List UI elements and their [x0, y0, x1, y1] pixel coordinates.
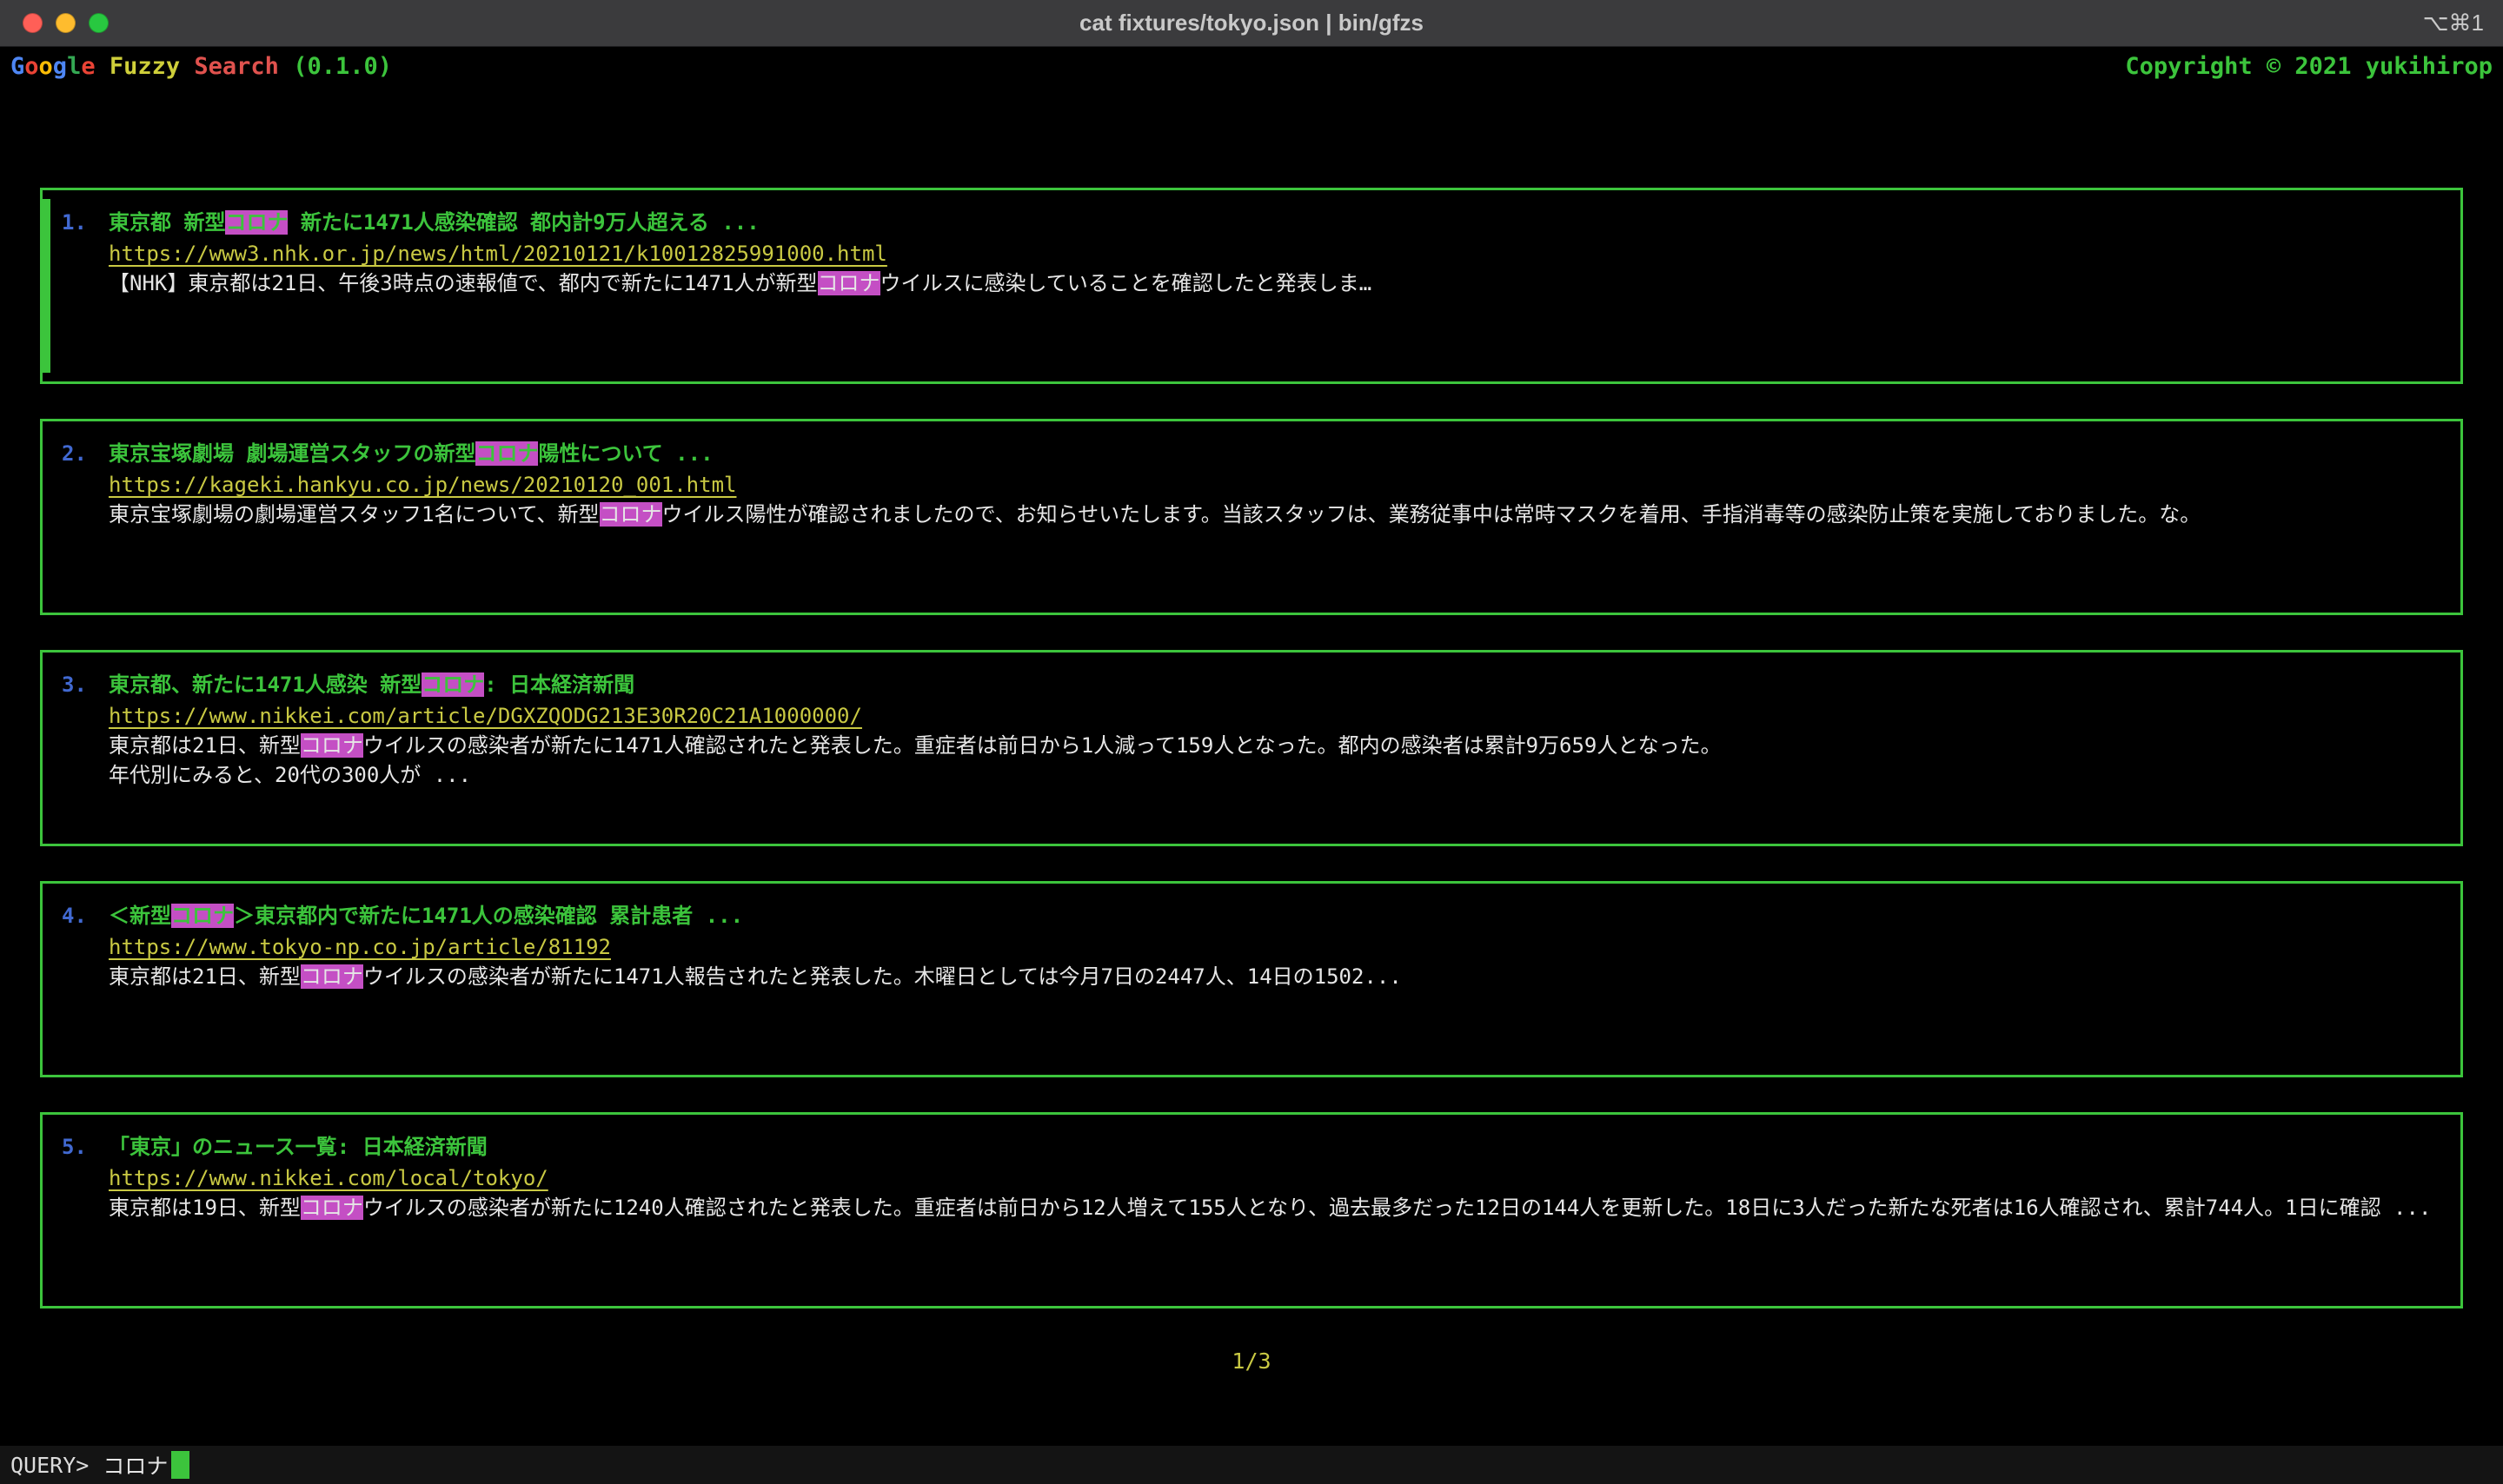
keyboard-shortcut-hint: ⌥⌘1 [2423, 0, 2484, 46]
window-titlebar: cat fixtures/tokyo.json | bin/gfzs ⌥⌘1 [0, 0, 2503, 47]
query-bar[interactable]: QUERY> コロナ [0, 1446, 2503, 1484]
result-item-4[interactable]: 4.＜新型コロナ＞東京都内で新たに1471人の感染確認 累計患者 ... htt… [40, 881, 2463, 1077]
result-rank: 3. [62, 670, 109, 699]
app-title: Google Fuzzy Search (0.1.0) [10, 53, 392, 80]
result-title-line: 4.＜新型コロナ＞東京都内で新たに1471人の感染確認 累計患者 ... [62, 901, 2438, 931]
result-title-line: 5.「東京」のニュース一覧: 日本経済新聞 [62, 1132, 2438, 1162]
result-url-link[interactable]: https://www.tokyo-np.co.jp/article/81192 [109, 935, 611, 959]
result-title: 東京宝塚劇場 劇場運営スタッフの新型コロナ陽性について ... [109, 441, 714, 466]
result-title: 「東京」のニュース一覧: 日本経済新聞 [109, 1135, 488, 1159]
minimize-button[interactable] [56, 13, 76, 33]
result-url-link[interactable]: https://www3.nhk.or.jp/news/html/2021012… [109, 242, 887, 266]
result-snippet: 東京都は19日、新型コロナウイルスの感染者が新たに1240人確認されたと発表した… [109, 1193, 2438, 1222]
window-controls [0, 13, 109, 33]
result-item-1[interactable]: 1.東京都 新型コロナ 新たに1471人感染確認 都内計9万人超える ... h… [40, 188, 2463, 384]
terminal-window: cat fixtures/tokyo.json | bin/gfzs ⌥⌘1 G… [0, 0, 2503, 1484]
result-url-link[interactable]: https://www.nikkei.com/article/DGXZQODG2… [109, 704, 862, 728]
result-snippet: 【NHK】東京都は21日、午後3時点の速報値で、都内で新たに1471人が新型コロ… [109, 268, 2438, 298]
text-cursor [171, 1451, 189, 1479]
result-snippet: 東京宝塚劇場の劇場運営スタッフ1名について、新型コロナウイルス陽性が確認されまし… [109, 500, 2438, 529]
result-rank: 4. [62, 901, 109, 931]
result-rank: 5. [62, 1132, 109, 1162]
window-title: cat fixtures/tokyo.json | bin/gfzs [0, 10, 2503, 36]
zoom-button[interactable] [89, 13, 109, 33]
result-title: ＜新型コロナ＞東京都内で新たに1471人の感染確認 累計患者 ... [109, 904, 743, 928]
result-item-5[interactable]: 5.「東京」のニュース一覧: 日本経済新聞 https://www.nikkei… [40, 1112, 2463, 1308]
result-rank: 2. [62, 439, 109, 468]
pagination-indicator: 1/3 [0, 1348, 2503, 1374]
query-input[interactable]: コロナ [103, 1449, 168, 1481]
result-rank: 1. [62, 208, 109, 237]
result-url-link[interactable]: https://www.nikkei.com/local/tokyo/ [109, 1166, 548, 1190]
query-prompt: QUERY> [10, 1453, 89, 1478]
result-item-3[interactable]: 3.東京都、新たに1471人感染 新型コロナ: 日本経済新聞 https://w… [40, 650, 2463, 846]
result-title-line: 2.東京宝塚劇場 劇場運営スタッフの新型コロナ陽性について ... [62, 439, 2438, 468]
copyright-text: Copyright © 2021 yukihirop [2125, 53, 2493, 80]
result-snippet: 東京都は21日、新型コロナウイルスの感染者が新たに1471人確認されたと発表した… [109, 731, 2438, 790]
result-title: 東京都 新型コロナ 新たに1471人感染確認 都内計9万人超える ... [109, 210, 760, 235]
result-title-line: 3.東京都、新たに1471人感染 新型コロナ: 日本経済新聞 [62, 670, 2438, 699]
result-title-line: 1.東京都 新型コロナ 新たに1471人感染確認 都内計9万人超える ... [62, 208, 2438, 237]
result-item-2[interactable]: 2.東京宝塚劇場 劇場運営スタッフの新型コロナ陽性について ... https:… [40, 419, 2463, 615]
close-button[interactable] [23, 13, 43, 33]
result-snippet: 東京都は21日、新型コロナウイルスの感染者が新たに1471人報告されたと発表した… [109, 962, 2438, 991]
result-title: 東京都、新たに1471人感染 新型コロナ: 日本経済新聞 [109, 672, 634, 697]
results-list: 1.東京都 新型コロナ 新たに1471人感染確認 都内計9万人超える ... h… [0, 85, 2503, 1343]
app-header: Google Fuzzy Search (0.1.0) Copyright © … [0, 47, 2503, 85]
result-url-link[interactable]: https://kageki.hankyu.co.jp/news/2021012… [109, 473, 736, 497]
